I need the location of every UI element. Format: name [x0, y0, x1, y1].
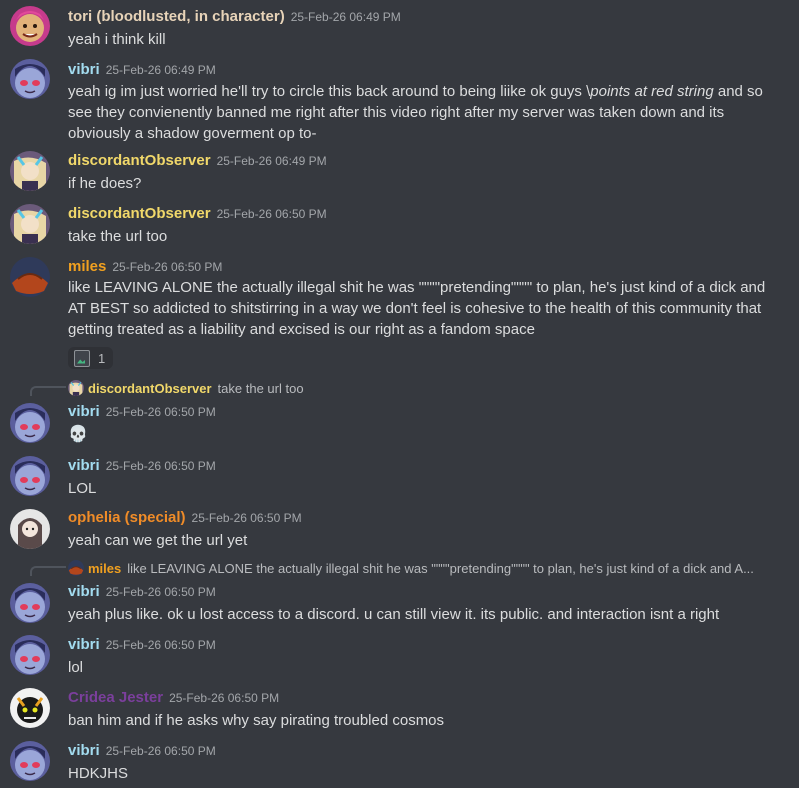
author-name[interactable]: vibri	[68, 457, 100, 474]
avatar[interactable]	[10, 688, 50, 728]
avatar[interactable]	[10, 204, 50, 244]
author-name[interactable]: vibri	[68, 742, 100, 759]
timestamp: 25-Feb-26 06:50 PM	[105, 405, 216, 419]
message-text: if he does?	[68, 175, 142, 192]
avatar[interactable]	[10, 741, 50, 781]
message-text: yeah ig im just worried he'll try to cir…	[68, 83, 763, 142]
avatar[interactable]	[10, 59, 50, 99]
message-text: take the url too	[68, 228, 168, 245]
avatar[interactable]	[10, 403, 50, 443]
timestamp: 25-Feb-26 06:50 PM	[105, 585, 216, 599]
avatar[interactable]	[10, 456, 50, 496]
author-name[interactable]: ophelia (special)	[68, 509, 186, 526]
message-text: lol	[68, 659, 84, 676]
reaction-count: 1	[98, 350, 106, 366]
avatar[interactable]	[10, 6, 50, 46]
avatar[interactable]	[10, 257, 50, 297]
reply-text: like LEAVING ALONE the actually illegal …	[127, 560, 754, 576]
timestamp: 25-Feb-26 06:49 PM	[290, 10, 401, 24]
author-name[interactable]: Cridea Jester	[68, 689, 163, 706]
reply-preview[interactable]: discordantObserver take the url too	[68, 379, 798, 397]
timestamp: 25-Feb-26 06:49 PM	[105, 63, 216, 77]
reply-avatar	[68, 380, 84, 396]
message-text: yeah can we get the url yet	[68, 532, 248, 549]
reply-avatar	[68, 560, 84, 576]
author-name[interactable]: vibri	[68, 583, 100, 600]
timestamp: 25-Feb-26 06:50 PM	[216, 207, 327, 221]
broken-image-icon	[74, 349, 90, 367]
chat-log: tori (bloodlusted, in character) 25-Feb-2…	[0, 0, 799, 788]
italic-text: points at red string	[590, 83, 714, 100]
message-text: yeah i think kill	[68, 31, 166, 48]
timestamp: 25-Feb-26 06:50 PM	[112, 260, 223, 274]
reaction-button[interactable]: 1	[68, 347, 114, 369]
reply-connector	[30, 386, 66, 396]
timestamp: 25-Feb-26 06:50 PM	[105, 459, 216, 473]
author-name[interactable]: discordantObserver	[68, 205, 211, 222]
avatar[interactable]	[10, 509, 50, 549]
reply-preview[interactable]: miles like LEAVING ALONE the actually il…	[68, 559, 798, 577]
author-name[interactable]: vibri	[68, 61, 100, 78]
timestamp: 25-Feb-26 06:50 PM	[169, 691, 280, 705]
author-name[interactable]: tori (bloodlusted, in character)	[68, 8, 285, 25]
message-text: 💀	[68, 426, 88, 443]
reply-connector	[30, 566, 66, 576]
reply-author[interactable]: miles	[88, 561, 121, 576]
reply-text: take the url too	[217, 380, 304, 396]
reply-author[interactable]: discordantObserver	[88, 381, 212, 396]
timestamp: 25-Feb-26 06:50 PM	[105, 638, 216, 652]
author-name[interactable]: miles	[68, 258, 106, 275]
author-name[interactable]: vibri	[68, 403, 100, 420]
avatar[interactable]	[10, 151, 50, 191]
message-text: like LEAVING ALONE the actually illegal …	[68, 279, 766, 338]
message-text: LOL	[68, 480, 97, 497]
author-name[interactable]: vibri	[68, 636, 100, 653]
message-text: HDKJHS	[68, 765, 129, 782]
timestamp: 25-Feb-26 06:50 PM	[191, 511, 302, 525]
message-text: ban him and if he asks why say pirating …	[68, 712, 445, 729]
avatar[interactable]	[10, 583, 50, 623]
avatar[interactable]	[10, 635, 50, 675]
author-name[interactable]: discordantObserver	[68, 152, 211, 169]
timestamp: 25-Feb-26 06:49 PM	[216, 154, 327, 168]
message-text: yeah plus like. ok u lost access to a di…	[68, 606, 720, 623]
timestamp: 25-Feb-26 06:50 PM	[105, 744, 216, 758]
